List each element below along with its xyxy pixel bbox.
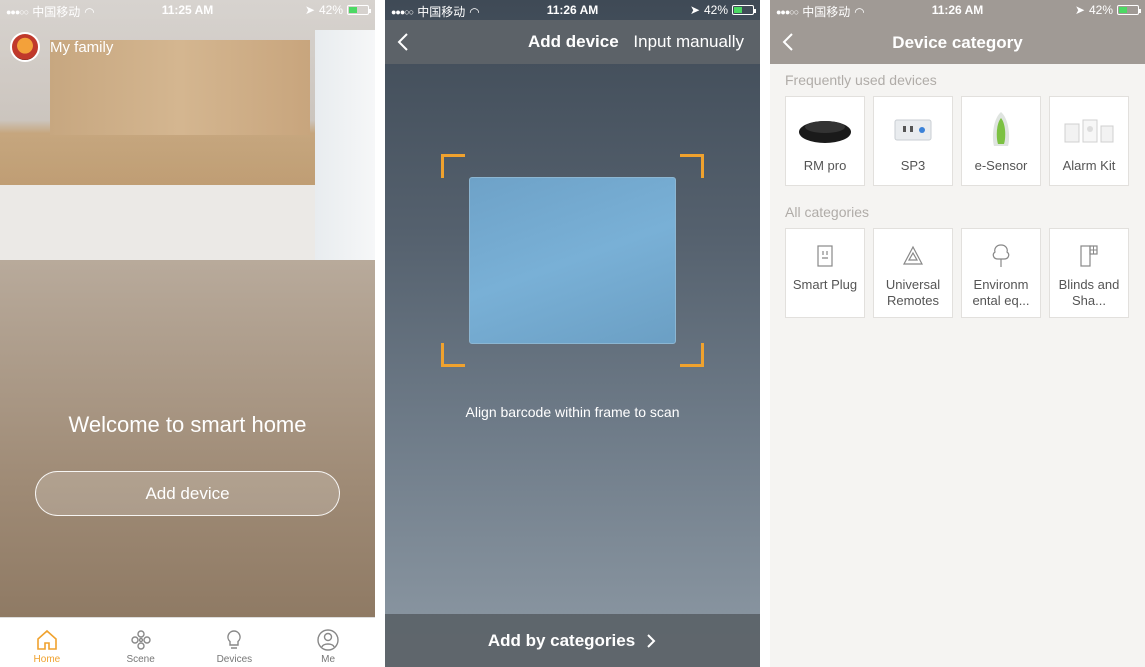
rm-pro-icon — [799, 121, 851, 143]
scan-frame-corner — [680, 154, 704, 178]
scan-frame-corner — [441, 154, 465, 178]
tab-me-label: Me — [321, 654, 336, 665]
category-card-universal-remotes[interactable]: Universal Remotes — [873, 228, 953, 318]
chevron-right-icon — [647, 633, 656, 648]
alarm-kit-icon — [1064, 119, 1114, 143]
tab-devices[interactable]: Devices — [188, 618, 282, 667]
device-card-label: SP3 — [900, 158, 926, 173]
add-by-categories-label: Add by categories — [487, 630, 636, 650]
location-icon: ➤ — [1074, 3, 1085, 17]
sp3-plug-icon — [894, 119, 932, 141]
welcome-heading: Welcome to smart home — [68, 412, 307, 437]
category-card-label: Universal Remotes — [885, 277, 941, 308]
add-device-button[interactable]: Add device — [35, 471, 340, 516]
add-by-categories-button[interactable]: Add by categories — [385, 614, 760, 667]
device-card-rm-pro[interactable]: RM pro — [785, 96, 865, 186]
tab-home[interactable]: Home — [0, 618, 94, 667]
family-label: My family — [50, 38, 114, 56]
scan-screen: ●●●○○ 中国移动 ◠ 11:26 AM ➤ 42% Add device Inpu… — [385, 0, 760, 667]
remote-triangle-icon — [903, 245, 923, 265]
tab-devices-label: Devices — [216, 654, 253, 665]
location-icon: ➤ — [689, 3, 700, 17]
category-card-smart-plug[interactable]: Smart Plug — [785, 228, 865, 318]
tab-scene-label: Scene — [126, 654, 155, 665]
scan-instruction: Align barcode within frame to scan — [465, 404, 680, 420]
wood-floor — [0, 260, 375, 617]
battery-icon — [1117, 5, 1141, 15]
back-chevron-icon[interactable] — [393, 30, 415, 54]
home-icon — [37, 629, 57, 650]
status-bar: ●●●○○ 中国移动 ◠ 11:26 AM ➤ 42% — [770, 0, 1145, 20]
category-card-blinds[interactable]: Blinds and Sha... — [1049, 228, 1129, 318]
location-icon: ➤ — [304, 3, 315, 17]
page-title: Add device — [528, 32, 619, 51]
device-card-sp3[interactable]: SP3 — [873, 96, 953, 186]
battery-percent: 42% — [1088, 3, 1113, 17]
tab-home-label: Home — [33, 654, 61, 665]
device-card-alarm-kit[interactable]: Alarm Kit — [1049, 96, 1129, 186]
scan-area — [469, 177, 676, 344]
frequent-grid: RM pro SP3 e-Sensor Alarm Kit — [785, 96, 1129, 186]
category-card-label: Blinds and Sha... — [1058, 277, 1120, 308]
all-section-title: All categories — [785, 204, 870, 220]
scan-frame-corner — [441, 343, 465, 367]
battery-icon — [347, 5, 371, 15]
category-card-label: Environm ental eq... — [972, 277, 1030, 308]
blinds-icon — [1080, 245, 1098, 267]
frequent-section-title: Frequently used devices — [785, 72, 937, 88]
tree-icon — [992, 244, 1010, 267]
category-card-environmental[interactable]: Environm ental eq... — [961, 228, 1041, 318]
home-screen: ●●●○○ 中国移动 ◠ 11:25 AM ➤ 42% My family Welco… — [0, 0, 375, 667]
person-icon — [317, 629, 339, 651]
device-card-label: RM pro — [803, 158, 847, 173]
status-bar: ●●●○○ 中国移动 ◠ 11:26 AM ➤ 42% — [385, 0, 760, 20]
device-card-e-sensor[interactable]: e-Sensor — [961, 96, 1041, 186]
page-title: Device category — [892, 33, 1023, 52]
input-manually-button[interactable]: Input manually — [633, 32, 744, 52]
kitchen-counter — [0, 185, 330, 265]
scan-frame-corner — [680, 343, 704, 367]
tab-bar: Home Scene Devices Me — [0, 617, 375, 667]
battery-percent: 42% — [703, 3, 728, 17]
tab-me[interactable]: Me — [281, 618, 375, 667]
device-card-label: e-Sensor — [974, 158, 1028, 173]
family-selector[interactable]: My family — [10, 32, 113, 62]
bulb-icon — [227, 630, 242, 649]
nav-bar: Add device Input manually — [385, 20, 760, 64]
battery-icon — [732, 5, 756, 15]
battery-percent: 42% — [318, 3, 343, 17]
plug-icon — [817, 245, 833, 267]
tab-scene[interactable]: Scene — [94, 618, 188, 667]
device-card-label: Alarm Kit — [1062, 158, 1116, 173]
avatar — [10, 32, 40, 62]
kitchen-window — [315, 30, 375, 280]
category-screen: Device category ●●●○○ 中国移动 ◠ 11:26 AM ➤ 42%… — [770, 0, 1145, 667]
status-bar: ●●●○○ 中国移动 ◠ 11:25 AM ➤ 42% — [0, 0, 375, 20]
all-categories-grid: Smart Plug Universal Remotes Environm en… — [785, 228, 1129, 318]
e-sensor-icon — [992, 112, 1010, 146]
category-card-label: Smart Plug — [792, 277, 858, 292]
scene-icon — [130, 630, 151, 650]
